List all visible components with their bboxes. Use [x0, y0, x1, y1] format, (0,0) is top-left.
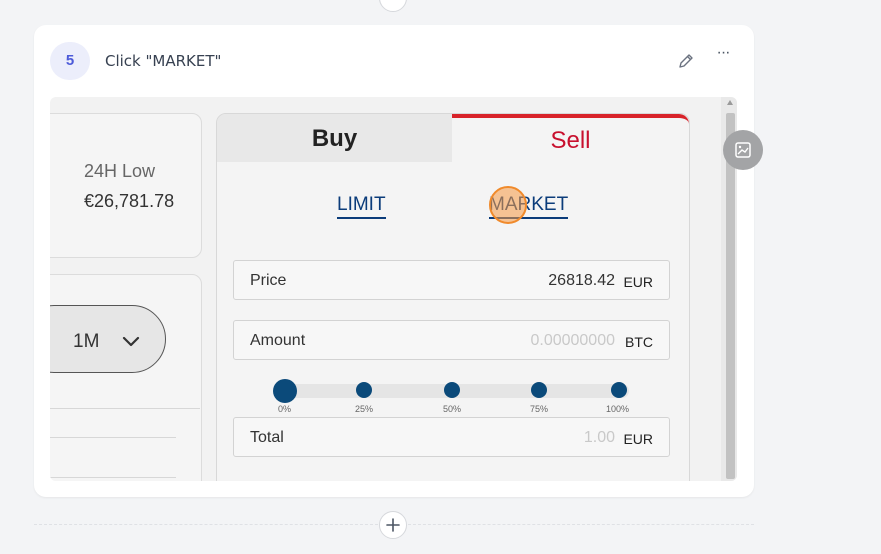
trade-panel: Buy Sell LIMIT MARKET Price 26818.42 EUR…	[216, 113, 690, 481]
slider-tick-label: 100%	[606, 404, 630, 414]
divider	[34, 524, 378, 525]
image-edit-icon	[735, 142, 751, 158]
amount-label: Amount	[250, 332, 306, 349]
chevron-down-icon	[122, 336, 140, 347]
price-label: Price	[250, 272, 287, 289]
scroll-up-arrow-icon[interactable]	[727, 100, 733, 105]
slider-stop-25[interactable]	[356, 382, 372, 398]
slider-stop-100[interactable]	[611, 382, 627, 398]
tab-buy[interactable]: Buy	[217, 114, 452, 162]
slider-stop-75[interactable]	[531, 382, 547, 398]
divider	[50, 437, 176, 438]
price-field[interactable]: Price 26818.42 EUR	[233, 260, 670, 300]
stats-card	[50, 113, 202, 258]
pencil-icon[interactable]	[676, 51, 696, 71]
step-screenshot: 24H Low €26,781.78 1M Buy Sell LIMIT MAR…	[50, 97, 737, 481]
total-label: Total	[250, 429, 284, 446]
slider-stop-50[interactable]	[444, 382, 460, 398]
divider	[408, 524, 754, 525]
price-value: 26818.42	[548, 272, 615, 289]
low-24h-value: €26,781.78	[84, 191, 175, 211]
total-placeholder: 1.00	[583, 429, 615, 446]
tab-sell[interactable]: Sell	[452, 114, 689, 162]
click-target-marker	[489, 186, 527, 224]
more-horizontal-icon[interactable]: ···	[713, 43, 733, 63]
period-select-label: 1M	[73, 331, 100, 352]
slider-tick-label: 75%	[530, 404, 549, 414]
slider-tick-label: 50%	[443, 404, 462, 414]
amount-unit: BTC	[625, 334, 653, 350]
slider-handle[interactable]	[273, 379, 297, 403]
add-step-button[interactable]	[379, 511, 407, 539]
slider-tick-label: 0%	[278, 404, 292, 414]
amount-placeholder: 0.00000000	[530, 332, 615, 349]
plus-icon	[386, 518, 400, 532]
slider-tick-label: 25%	[355, 404, 374, 414]
price-unit: EUR	[623, 274, 653, 290]
step-number-badge: 5	[50, 42, 90, 80]
edit-image-button[interactable]	[723, 130, 763, 170]
add-step-button-top[interactable]	[379, 0, 407, 12]
period-select[interactable]	[50, 305, 166, 373]
amount-field[interactable]: Amount 0.00000000 BTC	[233, 320, 670, 360]
low-24h-label: 24H Low	[84, 161, 156, 181]
step-title[interactable]: Click "MARKET"	[105, 52, 221, 70]
order-type-limit[interactable]: LIMIT	[337, 194, 386, 219]
total-field[interactable]: Total 1.00 EUR	[233, 417, 670, 457]
divider	[50, 477, 176, 478]
step-card: 5 Click "MARKET" ··· 24H Low €26,781.78 …	[34, 25, 763, 497]
divider	[50, 408, 200, 409]
total-unit: EUR	[623, 431, 653, 447]
